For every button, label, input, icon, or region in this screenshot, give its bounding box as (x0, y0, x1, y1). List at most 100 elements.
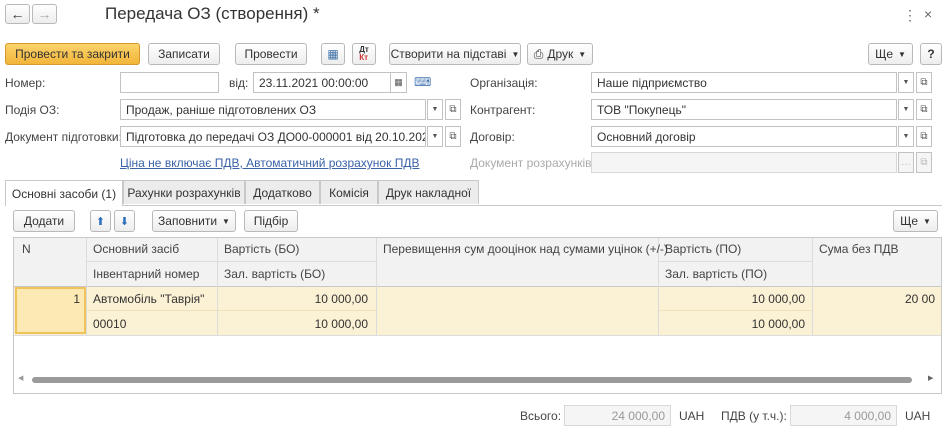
price-settings-link[interactable]: Ціна не включає ПДВ, Автоматичний розрах… (120, 156, 419, 170)
cell-cost-po[interactable]: 10 000,00 (665, 292, 805, 306)
structure-button[interactable]: ▦ (321, 43, 345, 65)
event-dropdown[interactable]: ▼ (427, 99, 443, 120)
contract-dropdown[interactable]: ▼ (898, 126, 914, 147)
header-bottom-line (14, 286, 941, 287)
event-field[interactable]: Продаж, раніше підготовлених ОЗ (120, 99, 426, 120)
keyboard-icon[interactable]: ⌨ (414, 75, 431, 89)
scroll-left-arrow[interactable]: ◀ (18, 374, 23, 382)
contract-field[interactable]: Основний договір (591, 126, 897, 147)
table-more-button[interactable]: Ще ▼ (893, 210, 938, 232)
cell-cost-bo[interactable]: 10 000,00 (224, 292, 368, 306)
organization-dropdown[interactable]: ▼ (898, 72, 914, 93)
arrow-down-icon: ⬇ (119, 215, 130, 228)
arrow-left-icon: ← (10, 6, 25, 22)
tab-commission[interactable]: Комісія (320, 180, 378, 204)
prep-doc-open-button[interactable]: ⧉ (445, 126, 461, 147)
write-button[interactable]: Записати (148, 43, 220, 65)
open-link-icon: ⧉ (920, 131, 928, 142)
contract-open-button[interactable]: ⧉ (916, 126, 932, 147)
fill-button[interactable]: Заповнити ▼ (152, 210, 236, 232)
open-link-icon: ⧉ (920, 157, 928, 168)
event-open-button[interactable]: ⧉ (445, 99, 461, 120)
create-on-basis-button[interactable]: Створити на підставі ▼ (389, 43, 521, 65)
back-button[interactable]: ← (5, 4, 30, 24)
header-divider (658, 261, 812, 262)
header-cost-po[interactable]: Вартість (ПО) (665, 242, 741, 256)
tab-settlement-accounts[interactable]: Рахунки розрахунків (123, 180, 245, 204)
prep-doc-label: Документ підготовки: (5, 130, 122, 144)
add-row-button[interactable]: Додати (13, 210, 75, 232)
more-button[interactable]: Ще ▼ (868, 43, 913, 65)
column-divider (812, 238, 813, 335)
vat-field: 4 000,00 (790, 405, 897, 426)
currency-label: UAH (679, 409, 705, 423)
vat-label: ПДВ (у т.ч.): (721, 409, 787, 423)
tab-fixed-assets[interactable]: Основні засоби (1) (5, 180, 123, 206)
counterparty-open-button[interactable]: ⧉ (916, 99, 932, 120)
tab-print-invoice[interactable]: Друк накладної (378, 180, 479, 204)
move-up-button[interactable]: ⬆ (90, 210, 111, 232)
organization-open-button[interactable]: ⧉ (916, 72, 932, 93)
date-field[interactable]: 23.11.2021 00:00:00 (253, 72, 391, 93)
row-divider (86, 310, 376, 311)
post-and-close-button[interactable]: Провести та закрити (5, 43, 140, 65)
dt-kt-icon: Дт Кт (359, 45, 369, 62)
from-label: від: (229, 76, 249, 90)
cell-asset[interactable]: Автомобіль "Таврія" (93, 292, 204, 306)
cell-residual-bo[interactable]: 10 000,00 (224, 317, 368, 331)
settlement-doc-label: Документ розрахунків: (470, 156, 595, 170)
chevron-down-icon: ▼ (923, 216, 931, 226)
cell-n[interactable]: 1 (22, 292, 80, 306)
print-button[interactable]: ⎙ Друк ▼ (527, 43, 593, 65)
menu-dots-icon[interactable]: ⋮ (903, 7, 917, 24)
post-button[interactable]: Провести (235, 43, 307, 65)
scroll-right-arrow[interactable]: ▶ (928, 374, 933, 382)
header-cost-bo[interactable]: Вартість (БО) (224, 242, 299, 256)
cell-residual-po[interactable]: 10 000,00 (665, 317, 805, 331)
number-label: Номер: (5, 76, 46, 90)
column-divider (217, 238, 218, 335)
chevron-down-icon: ▼ (222, 216, 230, 226)
move-down-button[interactable]: ⬇ (114, 210, 135, 232)
cell-sum-no-vat[interactable]: 20 00 (905, 292, 935, 306)
cell-inventory[interactable]: 00010 (93, 317, 126, 331)
chevron-down-icon: ▼ (578, 49, 587, 59)
row-bottom-line (14, 335, 941, 336)
open-link-icon: ⧉ (920, 104, 928, 115)
printer-icon: ⎙ (533, 46, 544, 61)
ellipsis-icon: … (901, 157, 911, 168)
select-button[interactable]: Підбір (244, 210, 298, 232)
chevron-down-icon: ▼ (511, 49, 520, 59)
counterparty-dropdown[interactable]: ▼ (898, 99, 914, 120)
number-field[interactable] (120, 72, 219, 93)
column-divider (376, 238, 377, 335)
tab-additional[interactable]: Додатково (245, 180, 320, 204)
help-button[interactable]: ? (920, 43, 942, 65)
prep-doc-field[interactable]: Підготовка до передачі ОЗ ДО00-000001 ві… (120, 126, 426, 147)
arrow-right-icon: → (37, 6, 52, 22)
calendar-button[interactable]: ▦ (391, 72, 407, 93)
horizontal-scrollbar[interactable] (32, 377, 912, 383)
chevron-down-icon: ▼ (902, 133, 910, 140)
header-residual-po[interactable]: Зал. вартість (ПО) (665, 267, 767, 281)
organization-label: Організація: (470, 76, 538, 90)
dt-kt-button[interactable]: Дт Кт (352, 43, 376, 65)
header-inventory[interactable]: Інвентарний номер (93, 267, 199, 281)
settlement-doc-field (591, 152, 897, 173)
prep-doc-dropdown[interactable]: ▼ (427, 126, 443, 147)
calendar-icon: ▦ (394, 77, 403, 87)
header-excess[interactable]: Перевищення сум дооцінок над сумами уцін… (383, 242, 668, 256)
header-residual-bo[interactable]: Зал. вартість (БО) (224, 267, 325, 281)
chevron-down-icon: ▼ (902, 106, 910, 113)
counterparty-field[interactable]: ТОВ "Покупець" (591, 99, 897, 120)
arrow-up-icon: ⬆ (95, 215, 106, 228)
tabs-baseline (5, 205, 942, 206)
header-asset[interactable]: Основний засіб (93, 242, 179, 256)
header-sum-no-vat[interactable]: Сума без ПДВ (819, 242, 899, 256)
chevron-down-icon: ▼ (431, 133, 439, 140)
contract-label: Договір: (470, 130, 515, 144)
organization-field[interactable]: Наше підприємство (591, 72, 897, 93)
header-n[interactable]: N (22, 242, 31, 256)
close-icon[interactable]: × (924, 6, 932, 22)
forward-button[interactable]: → (32, 4, 57, 24)
